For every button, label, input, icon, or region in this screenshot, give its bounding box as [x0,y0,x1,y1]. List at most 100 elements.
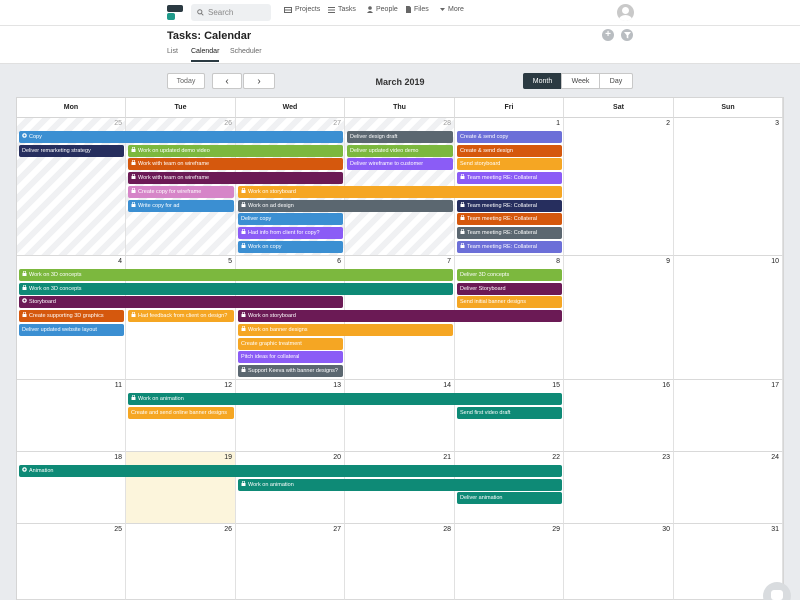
calendar-event[interactable]: Write copy for ad [128,199,234,212]
calendar-event[interactable]: Create graphic treatment [238,337,343,350]
calendar-event[interactable]: Send storyboard [457,158,562,171]
view-month-button[interactable]: Month [523,73,562,89]
calendar-event[interactable]: Team meeting RE: Collateral [457,199,562,212]
day-cell[interactable]: 11 [17,380,126,452]
day-number: 15 [552,382,560,389]
calendar-event[interactable]: Create & send design [457,144,562,157]
calendar-event[interactable]: Deliver remarketing strategy [19,144,124,157]
calendar-event[interactable]: Deliver updated website layout [19,323,124,336]
day-cell[interactable]: 29 [455,524,564,600]
calendar-event[interactable]: Work on storyboard [238,185,562,198]
calendar-event[interactable]: Copy [19,131,343,143]
nav-files[interactable]: Files [406,6,429,13]
day-cell[interactable]: 25 [17,524,126,600]
day-cell[interactable]: 3 [674,118,783,256]
next-month-button[interactable]: › [243,73,275,89]
day-cell[interactable]: 24 [674,452,783,524]
day-cell[interactable]: 2 [564,118,674,256]
nav-people[interactable]: People [367,6,398,13]
day-cell[interactable]: 10 [674,256,783,380]
calendar-event[interactable]: Deliver wireframe to customer [347,158,453,171]
nav-projects[interactable]: Projects [284,6,320,13]
calendar-event[interactable]: Create supporting 3D graphics [19,310,124,323]
day-cell[interactable]: 9 [564,256,674,380]
day-cell[interactable]: 18 [17,452,126,524]
calendar-event[interactable]: Work on 3D concepts [19,269,453,281]
app-logo[interactable] [167,5,183,20]
calendar-event[interactable]: Work on storyboard [238,310,562,323]
calendar-event[interactable]: Work on animation [128,393,562,405]
event-title: Create supporting 3D graphics [29,313,104,320]
day-number: 28 [443,120,451,127]
calendar-event[interactable]: Deliver Storyboard [457,282,562,295]
day-cell[interactable]: 30 [564,524,674,600]
event-title: Work with team on wireframe [138,175,210,182]
user-avatar[interactable] [617,4,634,21]
search-input[interactable]: Search [191,4,271,21]
nav-more[interactable]: More [440,6,464,13]
lock-icon [460,172,465,180]
calendar-event[interactable]: Animation [19,465,562,477]
add-button[interactable]: + [602,29,614,41]
calendar-event[interactable]: Create and send online banner designs [128,406,234,419]
nav-label: More [448,6,464,13]
calendar-event[interactable]: Work on updated demo video [128,144,343,157]
calendar-event[interactable]: Deliver updated video demo [347,144,453,157]
calendar-event[interactable]: Work on ad design [238,199,453,212]
calendar-event[interactable]: Support Keeva with banner designs? [238,364,343,377]
calendar-event[interactable]: Pitch ideas for collateral [238,351,343,364]
calendar-event[interactable]: Work on animation [238,478,562,491]
calendar-event[interactable]: Team meeting RE: Collateral [457,240,562,253]
day-number: 30 [662,526,670,533]
calendar-event[interactable]: Send first video draft [457,406,562,419]
day-cell[interactable]: 27 [236,524,345,600]
calendar-event[interactable]: Team meeting RE: Collateral [457,172,562,185]
day-cell[interactable]: 14 [345,380,455,452]
calendar-event[interactable]: Had info from client for copy? [238,226,343,239]
calendar-event[interactable]: Work with team on wireframe [128,172,343,185]
prev-month-button[interactable]: ‹ [212,73,242,89]
calendar-event[interactable]: Deliver animation [457,492,562,505]
calendar-event[interactable]: Work on copy [238,240,343,253]
nav-tasks[interactable]: Tasks [328,6,356,13]
day-cell[interactable]: 26 [126,524,236,600]
today-button[interactable]: Today [167,73,205,89]
inbox-icon [284,6,292,13]
day-cell[interactable]: 19 [126,452,236,524]
view-day-button[interactable]: Day [599,73,633,89]
day-number: 8 [556,258,560,265]
calendar-event[interactable]: Storyboard [19,296,343,309]
tab-calendar[interactable]: Calendar [191,48,220,62]
filter-button[interactable] [621,29,633,41]
view-week-button[interactable]: Week [561,73,600,89]
day-number: 28 [443,526,451,533]
page-title: Tasks: Calendar [167,30,252,42]
tab-list[interactable]: List [167,48,178,62]
tab-scheduler[interactable]: Scheduler [230,48,262,62]
calendar-event[interactable]: Team meeting RE: Collateral [457,213,562,226]
lock-icon [131,158,136,166]
calendar-event[interactable]: Send initial banner designs [457,296,562,309]
chat-button[interactable] [763,582,791,600]
calendar-event[interactable]: Create copy for wireframe [128,185,234,198]
day-cell[interactable]: 13 [236,380,345,452]
calendar-event[interactable]: Work on banner designs [238,323,453,336]
calendar-event[interactable]: Work with team on wireframe [128,158,343,171]
calendar-event[interactable]: Create & send copy [457,131,562,143]
day-cell[interactable]: 16 [564,380,674,452]
calendar-event[interactable]: Work on 3D concepts [19,282,453,295]
calendar-event[interactable]: Team meeting RE: Collateral [457,226,562,239]
event-title: Create & send copy [460,134,509,140]
calendar-event[interactable]: Deliver copy [238,213,343,226]
day-cell[interactable]: 28 [345,524,455,600]
day-cell[interactable]: 23 [564,452,674,524]
search-placeholder: Search [208,8,234,17]
calendar-event[interactable]: Had feedback from client on design? [128,310,234,323]
lock-icon [241,310,246,318]
event-title: Work on storyboard [248,313,296,320]
day-number: 22 [552,454,560,461]
calendar-event[interactable]: Deliver design draft [347,131,453,143]
calendar-event[interactable]: Deliver 3D concepts [457,269,562,281]
day-cell[interactable]: 17 [674,380,783,452]
caret-down-icon [440,7,445,11]
